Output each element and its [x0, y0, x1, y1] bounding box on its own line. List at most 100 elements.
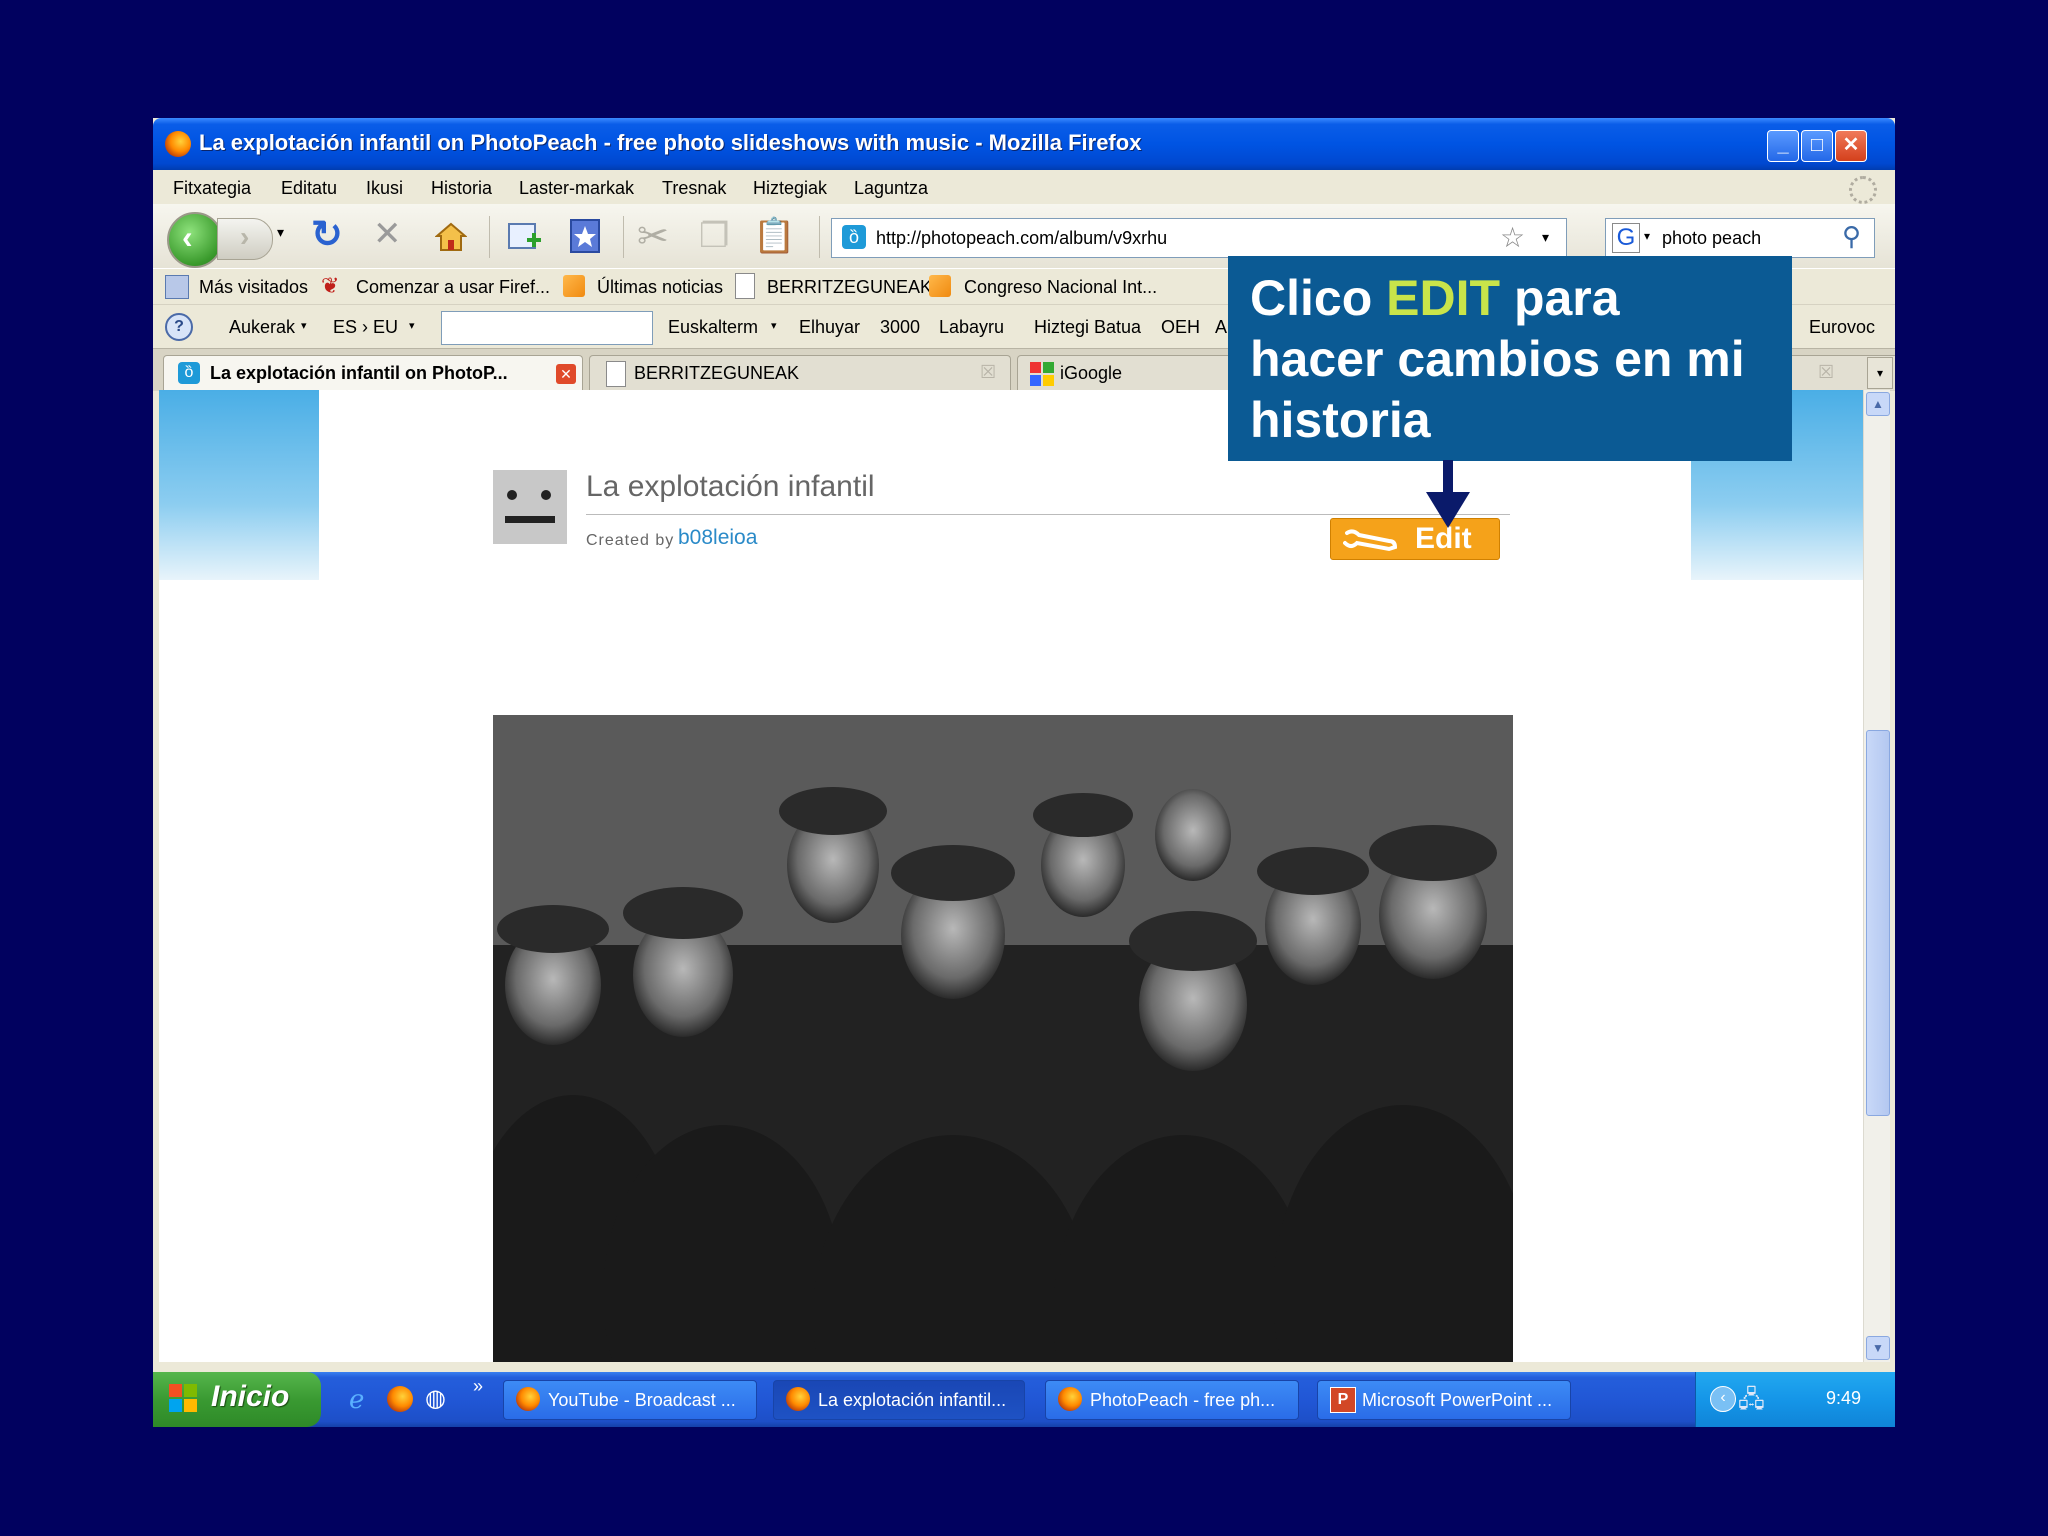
author-link[interactable]: b08leioa: [678, 526, 757, 550]
firefox-quicklaunch-icon[interactable]: [387, 1386, 413, 1412]
task-label: PhotoPeach - free ph...: [1090, 1390, 1276, 1410]
bookmark-congreso[interactable]: Congreso Nacional Int...: [964, 277, 1157, 298]
dropdown-icon[interactable]: ▾: [301, 319, 307, 332]
annotation-callout: Clico EDIT para hacer cambios en mi hist…: [1228, 256, 1792, 461]
taskbar-youtube[interactable]: YouTube - Broadcast ...: [503, 1380, 757, 1420]
home-icon[interactable]: [434, 222, 468, 251]
help-icon[interactable]: ?: [165, 313, 193, 341]
menu-view[interactable]: Ikusi: [366, 178, 403, 199]
menu-dictionaries[interactable]: Hiztegiak: [753, 178, 827, 199]
ie-quicklaunch-icon[interactable]: ℯ: [349, 1384, 364, 1415]
scroll-down-button[interactable]: ▼: [1866, 1336, 1890, 1360]
google-engine-icon[interactable]: G: [1612, 223, 1640, 253]
menu-history[interactable]: Historia: [431, 178, 492, 199]
eurovoc-button[interactable]: Eurovoc: [1809, 317, 1875, 338]
elhuyar-button[interactable]: Elhuyar: [799, 317, 860, 338]
labayru-button[interactable]: Labayru: [939, 317, 1004, 338]
dropdown-icon[interactable]: ▾: [771, 319, 777, 332]
tab-photopeach[interactable]: ȍ La explotación infantil on PhotoP... ✕: [163, 355, 583, 390]
url-dropdown-icon[interactable]: ▾: [1542, 229, 1549, 246]
avatar[interactable]: [493, 470, 567, 544]
paste-icon[interactable]: 📋: [753, 216, 795, 256]
clock[interactable]: 9:49: [1826, 1388, 1861, 1409]
search-box[interactable]: G ▾ photo peach ⚲: [1605, 218, 1875, 258]
close-tab-icon[interactable]: ☒: [1818, 362, 1834, 383]
bookmark-most-visited[interactable]: Más visitados: [199, 277, 308, 298]
aukerak-menu[interactable]: Aukerak: [229, 317, 295, 338]
forward-button[interactable]: ›: [217, 218, 273, 260]
powerpoint-icon: P: [1330, 1387, 1356, 1413]
copy-icon[interactable]: ❐: [699, 216, 729, 256]
start-button[interactable]: Inicio: [153, 1372, 321, 1427]
photopeach-favicon-icon: ȍ: [178, 362, 200, 384]
task-label: YouTube - Broadcast ...: [548, 1390, 736, 1410]
taskbar-explotacion[interactable]: La explotación infantil...: [773, 1380, 1025, 1420]
close-tab-icon[interactable]: ✕: [556, 364, 576, 384]
menu-file[interactable]: Fitxategia: [173, 178, 251, 199]
task-label: Microsoft PowerPoint ...: [1362, 1390, 1553, 1410]
dictionary-search-input[interactable]: [441, 311, 653, 345]
dropdown-icon[interactable]: ▾: [409, 319, 415, 332]
history-dropdown-icon[interactable]: ▾: [277, 224, 284, 241]
tab-label: iGoogle: [1060, 363, 1123, 383]
3000-button[interactable]: 3000: [880, 317, 920, 338]
maximize-button[interactable]: □: [1801, 130, 1833, 162]
url-bar[interactable]: ȍ http://photopeach.com/album/v9xrhu ☆ ▾: [831, 218, 1567, 258]
edit-button[interactable]: Edit: [1330, 518, 1500, 560]
vertical-scrollbar[interactable]: ▲ ▼: [1863, 390, 1890, 1362]
callout-highlight: EDIT: [1386, 270, 1501, 326]
menu-edit[interactable]: Editatu: [281, 178, 337, 199]
slideshow-photo[interactable]: [463, 715, 1533, 1362]
search-icon[interactable]: ⚲: [1842, 221, 1861, 252]
language-pair[interactable]: ES › EU: [333, 317, 398, 338]
reload-icon[interactable]: ↻: [311, 212, 343, 257]
bookmark-getting-started[interactable]: Comenzar a usar Firef...: [356, 277, 550, 298]
network-icon[interactable]: 🖧: [1738, 1382, 1765, 1423]
firefox-icon: [516, 1387, 540, 1411]
minimize-button[interactable]: _: [1767, 130, 1799, 162]
close-tab-icon[interactable]: ☒: [980, 362, 996, 383]
window-title: La explotación infantil on PhotoPeach - …: [199, 130, 1142, 155]
page-icon: [735, 273, 755, 299]
tab-list-button[interactable]: ▾: [1867, 357, 1893, 389]
cut-icon[interactable]: ✂: [637, 214, 669, 259]
menu-help[interactable]: Laguntza: [854, 178, 928, 199]
windows-logo-icon: [169, 1384, 197, 1412]
engine-dropdown-icon[interactable]: ▾: [1644, 229, 1650, 243]
url-text[interactable]: http://photopeach.com/album/v9xrhu: [876, 228, 1167, 249]
menu-tools[interactable]: Tresnak: [662, 178, 726, 199]
euskalterm-button[interactable]: Euskalterm: [668, 317, 758, 338]
star-bookmark-icon[interactable]: ☆: [1500, 221, 1525, 254]
taskbar-photopeach[interactable]: PhotoPeach - free ph...: [1045, 1380, 1299, 1420]
bookmark-page-icon[interactable]: [569, 218, 603, 254]
taskbar-powerpoint[interactable]: P Microsoft PowerPoint ...: [1317, 1380, 1571, 1420]
menu-bar: Fitxategia Editatu Ikusi Historia Laster…: [153, 170, 1895, 204]
windows-taskbar: Inicio ℯ ◍ » YouTube - Broadcast ... La …: [153, 1372, 1895, 1427]
close-button[interactable]: ✕: [1835, 130, 1867, 162]
menu-bookmarks[interactable]: Laster-markak: [519, 178, 634, 199]
system-tray: ‹ 🖧 9:49: [1695, 1372, 1895, 1427]
quicklaunch-icon[interactable]: ◍: [425, 1384, 446, 1413]
rss-icon: [929, 275, 951, 297]
child-workers-photo: [463, 715, 1533, 1362]
bookmark-berritzeguneak[interactable]: BERRITZEGUNEAK: [767, 277, 932, 298]
most-visited-icon: [165, 275, 189, 299]
callout-text-line1a: Clico: [1250, 270, 1387, 326]
throbber-icon: [1849, 176, 1877, 204]
tray-expand-icon[interactable]: ‹: [1710, 1386, 1736, 1412]
stop-icon[interactable]: ✕: [373, 214, 402, 254]
back-button[interactable]: ‹: [167, 212, 223, 268]
tab-berritzeguneak[interactable]: BERRITZEGUNEAK ☒: [589, 355, 1011, 390]
tab-label: La explotación infantil on PhotoP...: [210, 363, 508, 383]
search-input[interactable]: photo peach: [1662, 228, 1761, 249]
scroll-thumb[interactable]: [1866, 730, 1890, 1116]
task-label: La explotación infantil...: [818, 1390, 1007, 1410]
title-bar[interactable]: La explotación infantil on PhotoPeach - …: [153, 118, 1895, 170]
oeh-button[interactable]: OEH: [1161, 317, 1200, 338]
hiztegi-batua-button[interactable]: Hiztegi Batua: [1034, 317, 1141, 338]
bookmark-latest-news[interactable]: Últimas noticias: [597, 277, 723, 298]
new-tab-icon[interactable]: [507, 218, 543, 254]
quicklaunch-more[interactable]: »: [473, 1376, 483, 1397]
scroll-up-button[interactable]: ▲: [1866, 392, 1890, 416]
truncated-button[interactable]: A: [1215, 317, 1227, 338]
